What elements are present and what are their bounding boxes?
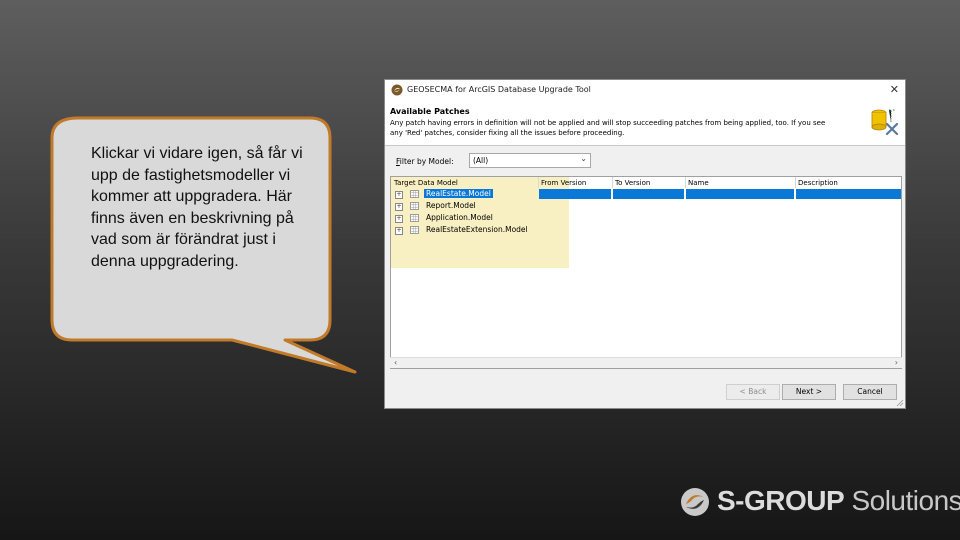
resize-grip-icon[interactable] (896, 399, 904, 407)
selected-cell-to (613, 189, 684, 199)
selected-cell-from (539, 189, 611, 199)
expand-icon[interactable]: + (395, 215, 403, 223)
expand-icon[interactable]: + (395, 227, 403, 235)
table-icon (410, 190, 419, 198)
header-title: Available Patches (390, 107, 470, 116)
header-description: Any patch having errors in definition wi… (390, 119, 826, 137)
horizontal-scrollbar[interactable]: ‹ › (390, 357, 902, 368)
window-title: GEOSECMA for ArcGIS Database Upgrade Too… (407, 85, 591, 94)
upgrade-tool-dialog: GEOSECMA for ArcGIS Database Upgrade Too… (384, 79, 906, 409)
table-icon (410, 202, 419, 210)
model-label: Report.Model (426, 201, 476, 210)
expand-icon[interactable]: + (395, 191, 403, 199)
close-button[interactable]: ✕ (890, 83, 899, 96)
filter-value: (All) (473, 156, 489, 165)
wizard-header: Available Patches Any patch having error… (385, 101, 905, 146)
model-label: RealEstate.Model (424, 189, 493, 198)
column-header-to-version[interactable]: To Version (615, 179, 650, 187)
brand-name: S-GROUP Solutions (717, 485, 960, 516)
column-divider (685, 177, 686, 188)
model-label: Application.Model (426, 213, 493, 222)
cancel-button[interactable]: Cancel (843, 384, 897, 400)
column-header-description[interactable]: Description (798, 179, 838, 187)
column-divider (612, 177, 613, 188)
table-icon (410, 226, 419, 234)
column-header-from-version[interactable]: From Version (541, 179, 586, 187)
database-tools-icon (871, 109, 899, 136)
scroll-left-icon[interactable]: ‹ (394, 358, 397, 367)
next-button[interactable]: Next > (782, 384, 836, 400)
chevron-down-icon: ⌄ (580, 154, 587, 163)
title-bar[interactable]: GEOSECMA for ArcGIS Database Upgrade Too… (385, 80, 905, 102)
column-divider (538, 177, 539, 188)
column-divider (795, 177, 796, 188)
expand-icon[interactable]: + (395, 203, 403, 211)
selected-cell-name (686, 189, 794, 199)
app-logo-icon (391, 84, 403, 96)
selected-cell-description (796, 189, 901, 199)
column-header-name[interactable]: Name (688, 179, 709, 187)
s-group-logo-icon (681, 488, 709, 516)
column-header-target-model[interactable]: Target Data Model (394, 179, 458, 187)
model-label: RealEstateExtension.Model (426, 225, 528, 234)
table-icon (410, 214, 419, 222)
scroll-right-icon[interactable]: › (895, 358, 898, 367)
back-button[interactable]: < Back (726, 384, 780, 400)
filter-model-select[interactable]: (All) ⌄ (469, 153, 591, 168)
grid-header: Target Data Model From Version To Versio… (391, 177, 901, 188)
patches-grid[interactable]: Target Data Model From Version To Versio… (390, 176, 902, 369)
callout-text: Klickar vi vidare igen, så får vi upp de… (91, 145, 303, 270)
filter-label: Filter by Model: (396, 157, 454, 166)
